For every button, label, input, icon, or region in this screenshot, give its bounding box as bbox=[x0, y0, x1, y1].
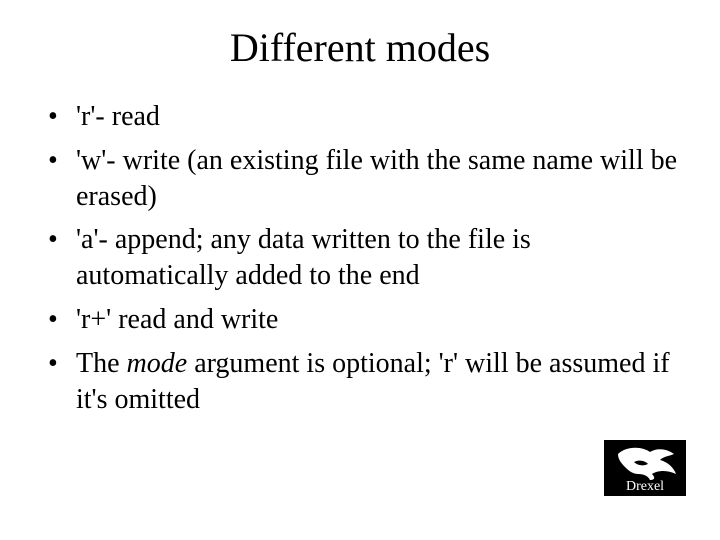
bullet-text: 'w'- write (an existing file with the sa… bbox=[76, 145, 677, 212]
dragon-icon: Drexel bbox=[604, 440, 686, 496]
list-item: 'a'- append; any data written to the fil… bbox=[48, 222, 680, 294]
drexel-logo: Drexel bbox=[604, 440, 686, 496]
list-item: The mode argument is optional; 'r' will … bbox=[48, 346, 680, 418]
bullet-text: 'r+' read and write bbox=[76, 304, 278, 335]
bullet-text: The bbox=[76, 348, 127, 379]
bullet-text: 'a'- append; any data written to the fil… bbox=[76, 224, 531, 291]
bullet-italic: mode bbox=[127, 348, 188, 379]
bullet-list: 'r'- read 'w'- write (an existing file w… bbox=[0, 99, 720, 418]
logo-label: Drexel bbox=[626, 479, 664, 494]
bullet-text: 'r'- read bbox=[76, 101, 160, 132]
slide-title: Different modes bbox=[0, 24, 720, 71]
slide: Different modes 'r'- read 'w'- write (an… bbox=[0, 24, 720, 540]
list-item: 'r'- read bbox=[48, 99, 680, 135]
list-item: 'w'- write (an existing file with the sa… bbox=[48, 143, 680, 215]
list-item: 'r+' read and write bbox=[48, 302, 680, 338]
